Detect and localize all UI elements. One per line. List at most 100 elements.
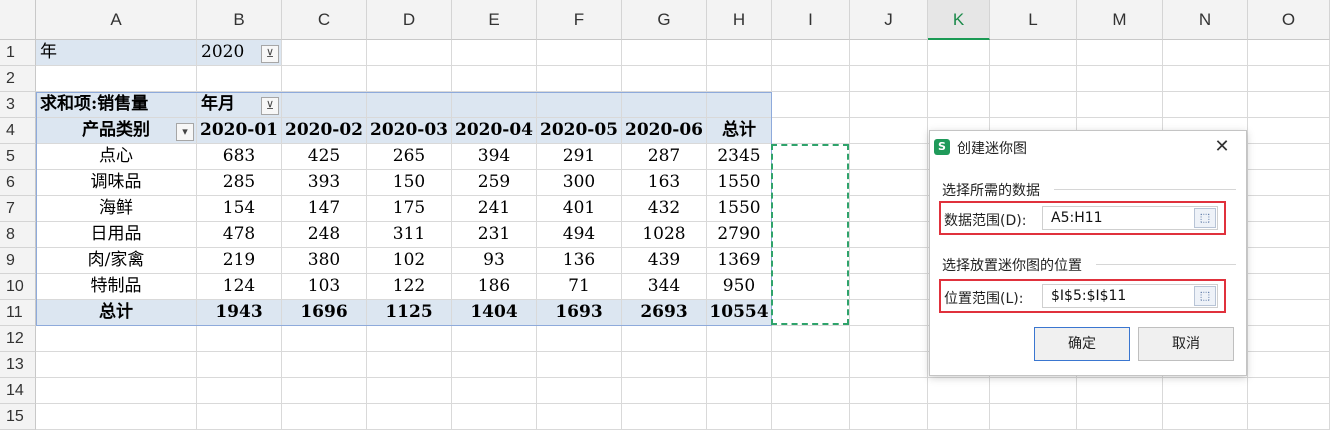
- value-cell[interactable]: 425: [282, 144, 367, 170]
- grid-cell[interactable]: [1248, 92, 1330, 118]
- grid-cell[interactable]: [452, 326, 537, 352]
- grid-cell[interactable]: [622, 352, 707, 378]
- value-cell[interactable]: 311: [367, 222, 452, 248]
- grid-cell[interactable]: [36, 404, 197, 430]
- grid-cell[interactable]: [1248, 352, 1330, 378]
- value-cell[interactable]: 136: [537, 248, 622, 274]
- grid-cell[interactable]: [537, 404, 622, 430]
- category-cell[interactable]: 点心: [36, 144, 197, 170]
- grid-cell[interactable]: [1077, 378, 1163, 404]
- value-cell[interactable]: 1028: [622, 222, 707, 248]
- dialog-titlebar[interactable]: S 创建迷你图 ✕: [930, 131, 1246, 165]
- grid-cell[interactable]: [1077, 40, 1163, 66]
- category-cell[interactable]: 海鲜: [36, 196, 197, 222]
- grid-cell[interactable]: [1248, 196, 1330, 222]
- row-header-1[interactable]: 1: [0, 40, 36, 66]
- grid-cell[interactable]: [850, 300, 928, 326]
- grid-cell[interactable]: [707, 40, 772, 66]
- grid-cell[interactable]: [707, 326, 772, 352]
- row-header-5[interactable]: 5: [0, 144, 36, 170]
- value-cell[interactable]: 401: [537, 196, 622, 222]
- grid-cell[interactable]: [850, 66, 928, 92]
- column-header-j[interactable]: J: [850, 0, 928, 40]
- column-header-l[interactable]: L: [990, 0, 1077, 40]
- grid-cell[interactable]: [1077, 92, 1163, 118]
- grid-cell[interactable]: [850, 326, 928, 352]
- grid-cell[interactable]: [928, 378, 990, 404]
- grid-cell[interactable]: [1248, 144, 1330, 170]
- grid-cell[interactable]: [707, 404, 772, 430]
- value-cell[interactable]: 103: [282, 274, 367, 300]
- grid-cell[interactable]: [452, 404, 537, 430]
- grid-cell[interactable]: [1163, 404, 1248, 430]
- row-header-9[interactable]: 9: [0, 248, 36, 274]
- column-header-h[interactable]: H: [707, 0, 772, 40]
- grid-cell[interactable]: [1248, 300, 1330, 326]
- grid-cell[interactable]: [537, 66, 622, 92]
- grand-total-cell[interactable]: 2693: [622, 300, 707, 326]
- column-header-m[interactable]: M: [1077, 0, 1163, 40]
- grid-cell[interactable]: [197, 352, 282, 378]
- row-total-cell[interactable]: 1369: [707, 248, 772, 274]
- grid-cell[interactable]: [1248, 66, 1330, 92]
- grid-cell[interactable]: [367, 40, 452, 66]
- grid-cell[interactable]: [1248, 404, 1330, 430]
- grid-cell[interactable]: [197, 326, 282, 352]
- value-cell[interactable]: 344: [622, 274, 707, 300]
- row-header-6[interactable]: 6: [0, 170, 36, 196]
- value-cell[interactable]: 231: [452, 222, 537, 248]
- grid-cell[interactable]: [282, 352, 367, 378]
- month-header[interactable]: 2020-01: [197, 118, 282, 144]
- grid-cell[interactable]: [850, 404, 928, 430]
- grid-cell[interactable]: [772, 378, 850, 404]
- row-header-11[interactable]: 11: [0, 300, 36, 326]
- grid-cell[interactable]: [537, 40, 622, 66]
- grid-cell[interactable]: [367, 404, 452, 430]
- grid-cell[interactable]: [850, 274, 928, 300]
- row-header-8[interactable]: 8: [0, 222, 36, 248]
- grand-total-cell[interactable]: 1404: [452, 300, 537, 326]
- grid-cell[interactable]: [850, 196, 928, 222]
- grid-cell[interactable]: [1077, 66, 1163, 92]
- value-cell[interactable]: 432: [622, 196, 707, 222]
- value-cell[interactable]: 291: [537, 144, 622, 170]
- data-range-input[interactable]: A5:H11: [1042, 206, 1218, 230]
- row-header-3[interactable]: 3: [0, 92, 36, 118]
- grid-cell[interactable]: [1248, 40, 1330, 66]
- grid-cell[interactable]: [537, 326, 622, 352]
- grid-cell[interactable]: [1163, 92, 1248, 118]
- grid-cell[interactable]: [707, 378, 772, 404]
- value-cell[interactable]: 175: [367, 196, 452, 222]
- row-header-2[interactable]: 2: [0, 66, 36, 92]
- grid-cell[interactable]: [850, 40, 928, 66]
- value-cell[interactable]: 219: [197, 248, 282, 274]
- grid-cell[interactable]: [772, 40, 850, 66]
- column-header-c[interactable]: C: [282, 0, 367, 40]
- grid-cell[interactable]: [452, 352, 537, 378]
- grid-cell[interactable]: [928, 66, 990, 92]
- grid-cell[interactable]: [772, 92, 850, 118]
- value-cell[interactable]: 494: [537, 222, 622, 248]
- grid-cell[interactable]: [850, 92, 928, 118]
- row-field-dropdown-icon[interactable]: ▾: [176, 123, 194, 141]
- grid-cell[interactable]: [707, 66, 772, 92]
- grid-cell[interactable]: [1248, 274, 1330, 300]
- month-header[interactable]: 2020-04: [452, 118, 537, 144]
- row-total-cell[interactable]: 950: [707, 274, 772, 300]
- grand-total-cell[interactable]: 1696: [282, 300, 367, 326]
- column-header-a[interactable]: A: [36, 0, 197, 40]
- grid-cell[interactable]: [1163, 40, 1248, 66]
- grid-cell[interactable]: [990, 378, 1077, 404]
- grid-cell[interactable]: [282, 404, 367, 430]
- value-cell[interactable]: 287: [622, 144, 707, 170]
- grid-cell[interactable]: [622, 40, 707, 66]
- column-header-d[interactable]: D: [367, 0, 452, 40]
- grid-cell[interactable]: [197, 404, 282, 430]
- grid-cell[interactable]: [850, 170, 928, 196]
- value-cell[interactable]: 122: [367, 274, 452, 300]
- row-header-12[interactable]: 12: [0, 326, 36, 352]
- grid-cell[interactable]: [1248, 222, 1330, 248]
- grid-cell[interactable]: [367, 326, 452, 352]
- value-cell[interactable]: 102: [367, 248, 452, 274]
- column-header-o[interactable]: O: [1248, 0, 1330, 40]
